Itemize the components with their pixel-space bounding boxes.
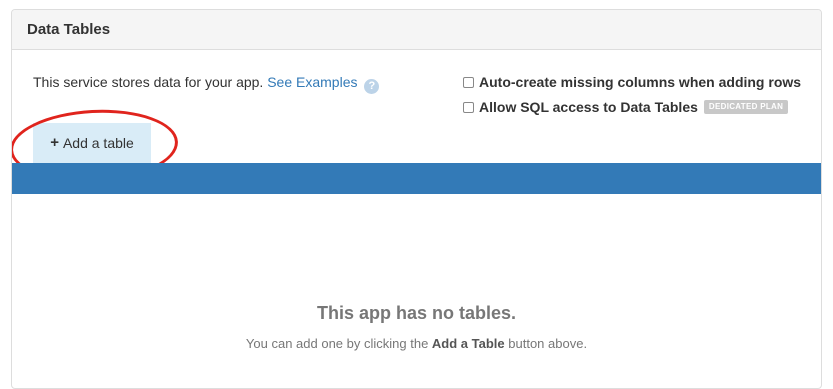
dedicated-plan-badge: DEDICATED PLAN: [703, 100, 789, 114]
tables-header-bar: [12, 163, 821, 194]
sql-access-label: Allow SQL access to Data Tables: [479, 99, 698, 115]
auto-create-checkbox[interactable]: [463, 76, 474, 88]
add-table-button[interactable]: + Add a table: [33, 123, 151, 163]
add-table-label: Add a table: [62, 135, 134, 151]
question-circle-icon[interactable]: ?: [364, 79, 380, 94]
data-tables-panel: Data Tables This service stores data for…: [11, 9, 822, 389]
empty-state-text: You can add one by clicking the Add a Ta…: [12, 336, 821, 352]
empty-text-after: button above.: [508, 336, 588, 351]
plus-icon: +: [50, 134, 59, 151]
empty-state: This app has no tables. You can add one …: [12, 302, 821, 352]
empty-text-before: You can add one by clicking the: [245, 336, 429, 351]
panel-title: Data Tables: [27, 21, 111, 38]
see-examples-link[interactable]: See Examples: [267, 74, 357, 90]
intro-text: This service stores data for your app. S…: [33, 74, 380, 94]
auto-create-option[interactable]: Auto-create missing columns when adding …: [463, 74, 801, 90]
empty-text-emphasis: Add a Table: [431, 336, 505, 351]
intro-description: This service stores data for your app.: [33, 74, 264, 90]
sql-access-checkbox[interactable]: [463, 101, 474, 113]
empty-state-title: This app has no tables.: [316, 303, 517, 323]
auto-create-label: Auto-create missing columns when adding …: [479, 74, 802, 90]
sql-access-option[interactable]: Allow SQL access to Data Tables DEDICATE…: [463, 99, 789, 115]
panel-heading: Data Tables: [12, 10, 821, 50]
